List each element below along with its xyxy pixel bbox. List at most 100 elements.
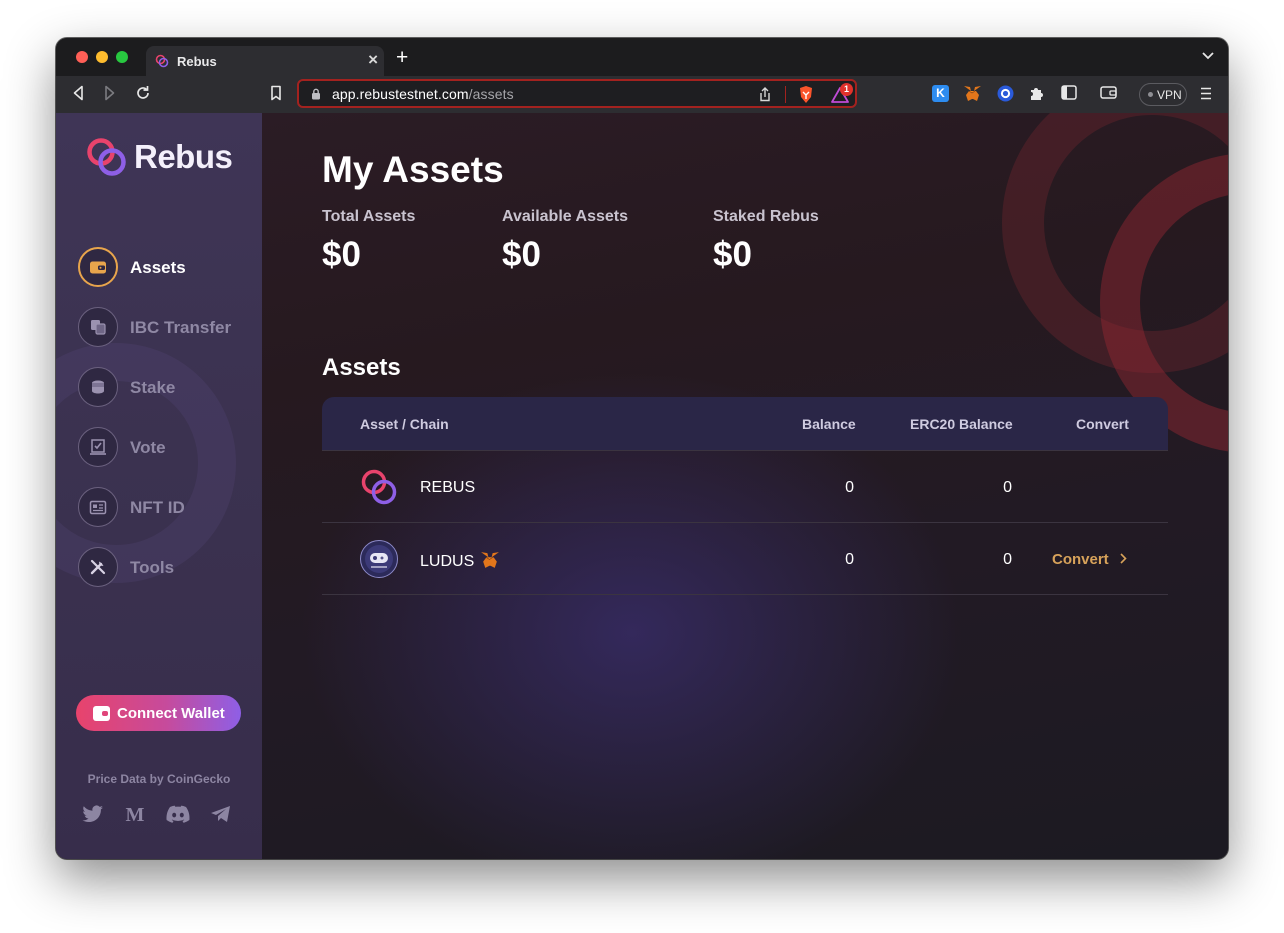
sidebar-item-label: Tools (130, 558, 175, 577)
discord-icon[interactable] (166, 805, 190, 823)
new-tab-button[interactable]: + (396, 47, 408, 68)
column-header-balance: Balance (802, 416, 856, 432)
tab-list-chevron-icon[interactable] (1202, 52, 1214, 60)
balance-cell: 0 (845, 551, 854, 568)
metamask-extension-icon[interactable] (963, 85, 982, 102)
lock-icon (312, 88, 320, 100)
telegram-icon[interactable] (210, 805, 232, 823)
share-icon[interactable] (759, 87, 771, 102)
sidebar-item-tools[interactable]: Tools (78, 547, 258, 607)
sidebar-item-assets[interactable]: Assets (78, 247, 258, 307)
close-window-button[interactable] (76, 51, 88, 63)
forward-icon[interactable] (104, 85, 116, 101)
column-header-convert: Convert (1076, 416, 1129, 432)
assets-section-title: Assets (322, 354, 401, 381)
sidebar-item-label: IBC Transfer (130, 318, 232, 337)
wallet-icon (90, 261, 106, 273)
social-links: M (82, 805, 232, 823)
vpn-status-dot (1148, 92, 1153, 97)
vpn-label: VPN (1157, 88, 1182, 102)
ludus-token-icon (360, 540, 398, 578)
rewards-badge: 1 (840, 83, 853, 96)
zoom-window-button[interactable] (116, 51, 128, 63)
wallet-icon[interactable] (1100, 85, 1117, 100)
rebus-logo[interactable]: Rebus (86, 137, 233, 177)
logo-text: Rebus (134, 138, 233, 175)
app-content: Rebus Assets IBC Transfer Stake Vote NFT… (56, 113, 1228, 859)
browser-toolbar: app.rebustestnet.com/assets 1 K VPN (56, 76, 1228, 113)
stat-total-assets: Total Assets $0 (322, 208, 415, 275)
url-host: app.rebustestnet.com (332, 86, 469, 102)
nav-icon-circle (78, 247, 118, 287)
asset-name: LUDUS (420, 553, 475, 570)
url-path: /assets (468, 86, 514, 102)
nav-icon-circle (78, 307, 118, 347)
connect-wallet-button[interactable]: Connect Wallet (76, 695, 241, 731)
stat-value: $0 (322, 235, 361, 274)
svg-text:M: M (126, 805, 145, 823)
stat-label: Total Assets (322, 208, 416, 225)
brave-shields-icon[interactable] (798, 85, 814, 104)
rebus-token-icon (361, 469, 397, 505)
wallet-icon (93, 705, 110, 721)
metamask-fox-icon[interactable] (480, 551, 500, 569)
reload-icon[interactable] (135, 85, 151, 101)
extensions-puzzle-icon[interactable] (1029, 85, 1045, 101)
sidebar-item-ibc-transfer[interactable]: IBC Transfer (78, 307, 258, 367)
keplr-extension-icon[interactable]: K (932, 85, 949, 102)
browser-window: Rebus × + app.rebustestnet.com/assets 1 … (56, 38, 1228, 859)
coins-icon (92, 380, 104, 394)
vote-icon (90, 439, 106, 455)
back-icon[interactable] (72, 85, 84, 101)
main-panel: My Assets Total Assets $0 Available Asse… (262, 113, 1228, 859)
nav-icon-circle (78, 367, 118, 407)
sidebar-item-label: Vote (130, 438, 166, 457)
price-credit[interactable]: Price Data by CoinGecko (56, 772, 262, 786)
tab-close-icon[interactable]: × (368, 51, 378, 69)
vpn-button[interactable]: VPN (1139, 83, 1187, 106)
table-row: LUDUS 0 0 Convert (322, 522, 1168, 595)
connect-wallet-label: Connect Wallet (117, 704, 225, 722)
tools-icon (90, 559, 106, 575)
window-controls (76, 51, 128, 63)
address-bar[interactable]: app.rebustestnet.com/assets 1 (297, 79, 857, 108)
balance-cell: 0 (845, 479, 854, 496)
sidebar: Rebus Assets IBC Transfer Stake Vote NFT… (56, 113, 262, 859)
stat-available-assets: Available Assets $0 (502, 208, 628, 275)
sidebar-toggle-icon[interactable] (1061, 85, 1077, 100)
rebus-logo-icon (87, 138, 126, 176)
convert-link[interactable]: Convert (1052, 551, 1127, 568)
twitter-icon[interactable] (82, 805, 104, 823)
stat-value: $0 (502, 235, 541, 274)
column-header-asset: Asset / Chain (360, 416, 449, 432)
transfer-icon (91, 320, 106, 335)
sidebar-item-vote[interactable]: Vote (78, 427, 258, 487)
tab-title: Rebus (177, 54, 217, 69)
sidebar-item-stake[interactable]: Stake (78, 367, 258, 427)
asset-name: REBUS (420, 479, 476, 496)
url-text: app.rebustestnet.com/assets (332, 86, 514, 102)
tab-bar: Rebus × + (56, 38, 1228, 76)
browser-tab[interactable]: Rebus × (146, 46, 384, 76)
convert-label: Convert (1052, 551, 1109, 568)
stat-label: Staked Rebus (713, 208, 819, 225)
nav-icon-circle (78, 487, 118, 527)
erc20-balance-cell: 0 (1003, 479, 1012, 496)
table-row: REBUS 0 0 (322, 450, 1168, 523)
sidebar-nav: Assets IBC Transfer Stake Vote NFT ID To… (78, 247, 258, 607)
url-divider (785, 86, 786, 103)
menu-hamburger-icon[interactable] (1200, 87, 1212, 100)
page-title: My Assets (322, 149, 504, 190)
minimize-window-button[interactable] (96, 51, 108, 63)
stat-staked-rebus: Staked Rebus $0 (713, 208, 819, 275)
medium-icon[interactable]: M (124, 805, 146, 823)
chevron-right-icon (1120, 553, 1127, 564)
sidebar-item-label: Assets (130, 258, 186, 277)
sidebar-item-label: NFT ID (130, 498, 185, 517)
nav-icon-circle (78, 547, 118, 587)
stat-label: Available Assets (502, 208, 628, 225)
sidebar-item-nft-id[interactable]: NFT ID (78, 487, 258, 547)
bookmark-icon[interactable] (270, 85, 282, 101)
asset-name-cell: LUDUS (420, 551, 500, 571)
extension-circle-icon[interactable] (997, 85, 1014, 102)
